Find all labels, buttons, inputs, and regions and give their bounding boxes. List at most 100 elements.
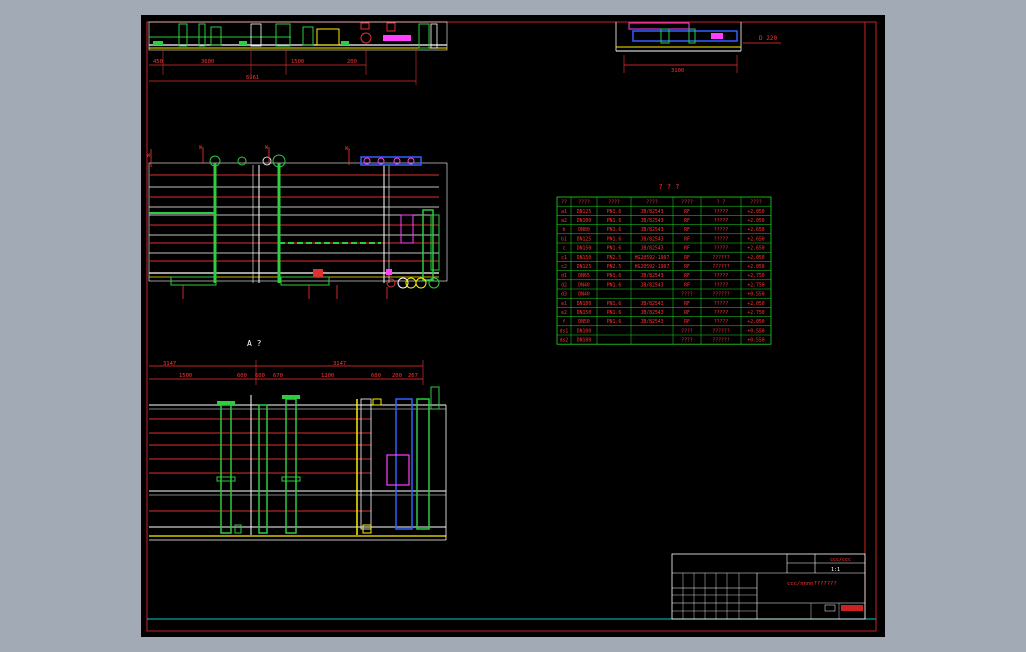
table-cell: DN50 — [578, 319, 590, 325]
table-cell: RF — [684, 301, 690, 307]
table-cell: ?????? — [712, 328, 729, 334]
table-header-cell: ???? — [578, 200, 590, 206]
dim-text: 450 — [153, 59, 163, 65]
table-header-cell: ?? — [561, 200, 567, 206]
table-cell: +2.650 — [747, 246, 764, 252]
table-cell: ???? — [681, 328, 693, 334]
table-cell: +2.050 — [747, 319, 764, 325]
table-header-cell: ???? — [750, 200, 762, 206]
dim-text: 600 — [255, 373, 265, 379]
table-cell: RF — [684, 209, 690, 215]
table-cell: ????? — [714, 319, 729, 325]
table-cell: JB/82543 — [640, 227, 663, 233]
table-cell: JB/82543 — [640, 273, 663, 279]
table-cell: DN125 — [577, 236, 592, 242]
table-cell: +2.050 — [747, 209, 764, 215]
table-cell: PN1.6 — [607, 301, 622, 307]
drawing-canvas: 450 3600 1500 200 6961 D 220 3100 W W W … — [146, 21, 877, 632]
table-cell: DN100 — [577, 301, 592, 307]
view-label: A ? — [247, 339, 262, 348]
table-cell: PN1.6 — [607, 236, 622, 242]
table-cell: RF — [684, 282, 690, 288]
table-cell: +2.050 — [747, 218, 764, 224]
table-cell: c — [563, 247, 566, 252]
table-cell: ????? — [714, 282, 729, 288]
table-cell: +2.650 — [747, 236, 764, 242]
table-cell: DN40 — [578, 282, 590, 288]
table-cell: +0.550 — [747, 292, 764, 298]
table-cell: ????? — [714, 209, 729, 215]
table-cell: JB/82543 — [640, 301, 663, 307]
table-title: ? ? ? — [658, 183, 679, 191]
table-cell: c1 — [561, 255, 567, 261]
table-cell: ds2 — [560, 338, 569, 344]
table-cell: ????? — [714, 236, 729, 242]
dim-text: 3147 — [163, 361, 176, 367]
table-cell: PN1.6 — [607, 319, 622, 325]
table-cell: RF — [684, 246, 690, 252]
table-cell: c2 — [561, 264, 567, 270]
table-cell: JB/82543 — [640, 236, 663, 242]
table-cell: JB/82543 — [640, 310, 663, 316]
table-cell: RF — [684, 319, 690, 325]
dim-total: 6961 — [246, 75, 259, 81]
table-cell: ?????? — [712, 292, 729, 298]
dim-text: 3600 — [201, 59, 214, 65]
table-cell: DN65 — [578, 273, 590, 279]
table-cell: +0.550 — [747, 338, 764, 344]
table-cell: b1 — [561, 236, 567, 242]
table-cell: a2 — [561, 218, 567, 224]
table-cell: DN100 — [577, 218, 592, 224]
top-right-elevation: D 220 3100 — [615, 22, 781, 74]
table-cell: JB/82543 — [640, 282, 663, 288]
table-cell: +2.050 — [747, 264, 764, 270]
dim-text: 1500 — [179, 373, 192, 379]
table-cell: PN1.6 — [607, 218, 622, 224]
drawing-name: ccc/nnnn??????? — [787, 581, 837, 587]
table-cell: PN1.6 — [607, 273, 622, 279]
balloon-label: W — [199, 145, 203, 151]
table-cell: +2.050 — [747, 301, 764, 307]
cad-viewport[interactable]: 450 3600 1500 200 6961 D 220 3100 W W W … — [141, 15, 885, 637]
table-cell: ???? — [681, 338, 693, 344]
table-cell: DN150 — [577, 255, 592, 261]
table-cell: ????? — [714, 273, 729, 279]
bottom-elevation-view: 3147 3147 1500 600 600 670 1200 600 200 … — [149, 360, 447, 541]
balloon-label: W — [345, 146, 349, 152]
table-cell: +2.050 — [747, 255, 764, 261]
scale-label: 1:1 — [831, 567, 840, 573]
dim-text: 1200 — [321, 373, 334, 379]
table-cell: ???? — [681, 292, 693, 298]
table-cell: PN1.6 — [607, 209, 622, 215]
table-cell: DN40 — [578, 292, 590, 298]
dim-text: 670 — [273, 373, 283, 379]
table-cell: +2.750 — [747, 310, 764, 316]
table-cell: PN1.6 — [607, 282, 622, 288]
dim-text: 200 — [392, 373, 402, 379]
balloon-label: W — [265, 145, 269, 151]
table-cell: DN80 — [578, 227, 590, 233]
table-cell: PN1.6 — [607, 246, 622, 252]
table-cell: ????? — [714, 246, 729, 252]
table-cell: ?????? — [712, 338, 729, 344]
table-cell: RF — [684, 218, 690, 224]
table-cell: +2.750 — [747, 273, 764, 279]
table-cell: ????? — [714, 310, 729, 316]
table-cell: d2 — [561, 282, 567, 288]
table-cell: DN100 — [577, 338, 592, 344]
table-cell: HG20592-1997 — [635, 264, 670, 270]
table-cell: f — [563, 319, 566, 325]
table-cell: PN2.5 — [607, 255, 622, 261]
dim-text: 267 — [408, 373, 418, 379]
table-cell: PN1.6 — [607, 227, 622, 233]
dim-text: 600 — [237, 373, 247, 379]
table-cell: d3 — [561, 292, 567, 298]
table-cell: a1 — [561, 209, 567, 215]
table-cell: ????? — [714, 227, 729, 233]
dim-text: 3100 — [671, 68, 684, 74]
table-header-cell: ???? — [681, 200, 693, 206]
table-cell: PN2.5 — [607, 264, 622, 270]
table-cell: RF — [684, 255, 690, 261]
table-cell: DN125 — [577, 264, 592, 270]
table-header-cell: ? ? — [717, 200, 726, 206]
